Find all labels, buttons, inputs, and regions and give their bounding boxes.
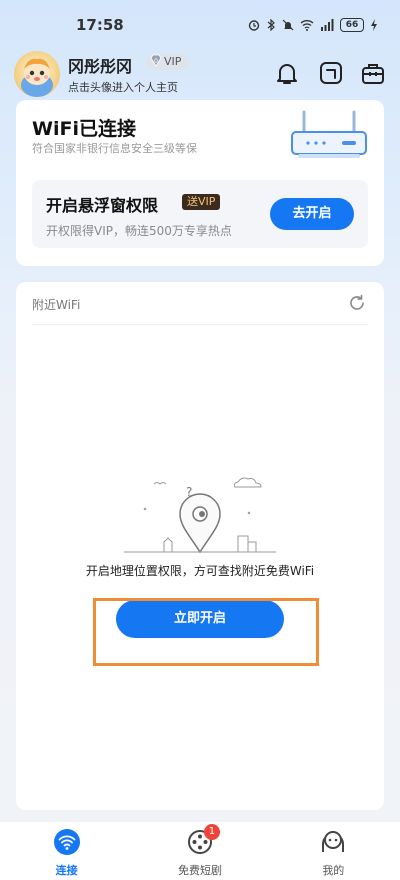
charging-icon <box>371 19 377 31</box>
profile-icon <box>322 831 345 852</box>
wifi-status-title: WiFi已连接 <box>32 118 136 140</box>
vip-label: VIP <box>164 55 182 68</box>
wifi-status-card: WiFi已连接 符合国家非银行信息安全三级等保 开启悬浮窗权限 送VIP 开权限… <box>16 100 384 266</box>
battery-indicator: 66 <box>340 18 364 32</box>
toolbox-icon[interactable] <box>360 60 386 86</box>
cartoon-avatar-icon <box>21 58 53 97</box>
nearby-wifi-title: 附近WiFi <box>32 298 81 312</box>
float-window-promo: 开启悬浮窗权限 送VIP 开权限得VIP，畅连500万专享热点 去开启 <box>32 180 368 248</box>
nav-label: 连接 <box>55 864 78 877</box>
wifi-icon <box>53 829 80 855</box>
user-name[interactable]: 冈彤彤冈 <box>68 53 132 77</box>
float-window-title: 开启悬浮窗权限 <box>46 196 159 215</box>
svg-text:0: 0 <box>154 58 158 65</box>
nav-item-connect[interactable]: 连接 <box>0 822 133 880</box>
gift-vip-badge: 送VIP <box>182 194 221 210</box>
status-icons: 66 <box>248 18 378 32</box>
divider <box>32 324 368 325</box>
bell-icon[interactable] <box>274 60 300 86</box>
status-bar: 17:58 66 <box>0 0 400 50</box>
profile-hint[interactable]: 点击头像进入个人主页 <box>68 79 178 95</box>
highlight-box <box>93 598 319 666</box>
bottom-nav: 连接 1 免费短剧 我的 <box>0 822 400 880</box>
bluetooth-icon <box>267 19 275 31</box>
avatar[interactable] <box>14 51 60 97</box>
scan-frame-icon[interactable] <box>318 60 344 86</box>
refresh-icon[interactable] <box>348 294 366 312</box>
location-pin-illustration: ? <box>124 477 276 554</box>
notification-badge: 1 <box>203 824 220 840</box>
go-open-button[interactable]: 去开启 <box>270 198 354 230</box>
float-window-desc: 开权限得VIP，畅连500万专享热点 <box>46 224 232 238</box>
location-permission-hint: 开启地理位置权限，方可查找附近免费WiFi <box>85 564 315 578</box>
nav-label: 免费短剧 <box>177 864 222 877</box>
wifi-signal-icon <box>300 20 314 31</box>
nav-label: 我的 <box>322 864 345 877</box>
mute-icon <box>282 19 294 31</box>
wifi-security-desc: 符合国家非银行信息安全三级等保 <box>32 142 197 155</box>
router-icon <box>291 110 367 158</box>
nav-item-short-drama[interactable]: 1 免费短剧 <box>133 822 266 880</box>
cell-signal-icon <box>321 19 334 31</box>
vip-badge[interactable]: 0 VIP <box>146 54 190 70</box>
nearby-wifi-card: 附近WiFi ? 开启地理位置权限，方可查找附近免费WiFi 立即开启 <box>16 282 384 810</box>
status-time: 17:58 <box>76 16 124 34</box>
profile-header: 冈彤彤冈 0 VIP 点击头像进入个人主页 <box>0 50 400 98</box>
svg-text:?: ? <box>186 485 192 499</box>
diamond-icon: 0 <box>150 54 162 67</box>
alarm-icon <box>248 20 260 31</box>
nav-item-mine[interactable]: 我的 <box>267 822 400 880</box>
